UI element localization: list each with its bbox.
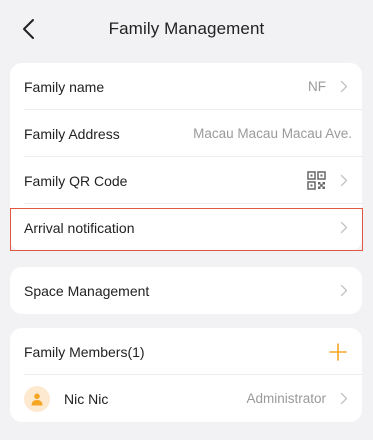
family-members-title: Family Members(1) [24, 343, 145, 360]
qr-code-icon [307, 171, 326, 190]
header: Family Management [0, 0, 373, 58]
chevron-right-icon [334, 80, 348, 94]
chevron-right-icon [334, 284, 348, 298]
member-role: Administrator [246, 391, 326, 406]
family-info-card: Family name NF Family Address Macau Maca… [10, 63, 362, 251]
space-management-card: Space Management [10, 267, 362, 314]
member-name: Nic Nic [64, 390, 109, 407]
family-members-header: Family Members(1) [10, 328, 362, 375]
member-row[interactable]: Nic Nic Administrator [10, 375, 362, 422]
space-management-label: Space Management [24, 282, 150, 299]
family-name-value: NF [308, 79, 326, 94]
family-qr-code-row[interactable]: Family QR Code [10, 157, 362, 204]
family-members-card: Family Members(1) Nic Nic Administrator [10, 328, 362, 422]
arrival-notification-row[interactable]: Arrival notification [10, 204, 362, 251]
chevron-right-icon [334, 392, 348, 406]
family-name-row[interactable]: Family name NF [10, 63, 362, 110]
arrival-notification-label: Arrival notification [24, 219, 135, 236]
person-icon [31, 393, 43, 405]
family-name-label: Family name [24, 78, 105, 95]
back-button[interactable] [14, 14, 42, 44]
family-address-row[interactable]: Family Address Macau Macau Macau Ave. [10, 110, 362, 157]
family-qr-code-label: Family QR Code [24, 172, 128, 189]
page-title: Family Management [108, 19, 265, 38]
chevron-right-icon [334, 221, 348, 235]
family-address-value: Macau Macau Macau Ave. [193, 126, 352, 141]
space-management-row[interactable]: Space Management [10, 267, 362, 314]
avatar [24, 385, 50, 412]
chevron-right-icon [334, 174, 348, 188]
chevron-left-icon [23, 19, 34, 39]
plus-icon[interactable] [328, 342, 348, 362]
family-address-label: Family Address [24, 125, 120, 142]
